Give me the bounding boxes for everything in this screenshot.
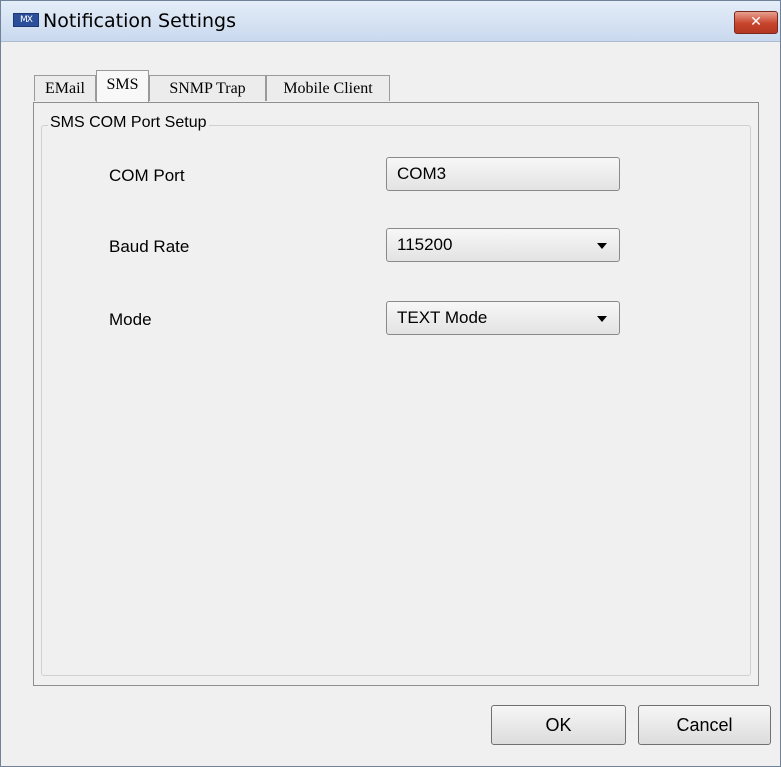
- mode-select[interactable]: TEXT Mode: [386, 301, 620, 335]
- chevron-down-icon: [597, 243, 607, 249]
- tab-mobile-client[interactable]: Mobile Client: [266, 75, 390, 101]
- ok-button[interactable]: OK: [491, 705, 626, 745]
- chevron-down-icon: [597, 316, 607, 322]
- tab-snmp-trap[interactable]: SNMP Trap: [149, 75, 266, 101]
- tab-sms[interactable]: SMS: [96, 70, 149, 102]
- com-port-value: COM3: [397, 164, 447, 183]
- title-bar[interactable]: MX Notification Settings ✕: [1, 1, 780, 42]
- group-title: SMS COM Port Setup: [48, 114, 209, 132]
- notification-settings-window: MX Notification Settings ✕ EMail SMS SNM…: [0, 0, 781, 767]
- close-button[interactable]: ✕: [734, 11, 778, 34]
- app-icon: MX: [13, 13, 39, 27]
- tab-email[interactable]: EMail: [34, 75, 96, 101]
- window-title: Notification Settings: [43, 10, 236, 32]
- com-port-label: COM Port: [109, 166, 185, 185]
- mode-label: Mode: [109, 310, 152, 329]
- baud-rate-label: Baud Rate: [109, 237, 190, 256]
- sms-com-port-groupbox: [41, 125, 751, 676]
- baud-rate-select[interactable]: 115200: [386, 228, 620, 262]
- cancel-button[interactable]: Cancel: [638, 705, 771, 745]
- baud-rate-value: 115200: [397, 235, 453, 254]
- com-port-button[interactable]: COM3: [386, 157, 620, 191]
- mode-value: TEXT Mode: [397, 308, 488, 327]
